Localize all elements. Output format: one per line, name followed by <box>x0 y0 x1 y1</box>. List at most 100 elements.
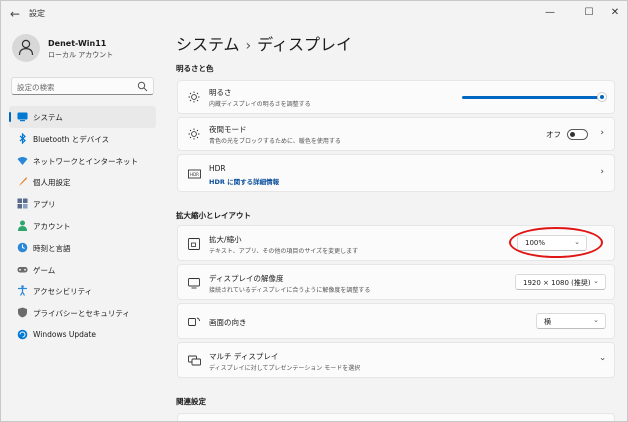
chevron-right-icon: › <box>600 128 604 138</box>
sidebar-item-label: 時刻と言語 <box>33 243 71 253</box>
svg-text:HDR: HDR <box>190 172 199 177</box>
sidebar-item-network[interactable]: ネットワークとインターネット <box>9 150 156 172</box>
sidebar-item-label: 個人用設定 <box>33 178 71 188</box>
wifi-icon <box>17 156 28 165</box>
hdr-icon: HDR <box>188 169 201 179</box>
brightness-card: 明るさ 内蔵ディスプレイの明るさを調整する <box>177 80 615 114</box>
sidebar-item-bluetooth[interactable]: Bluetooth とデバイス <box>9 128 156 150</box>
chevron-down-icon: ⌄ <box>593 277 599 285</box>
multi-display-title: マルチ ディスプレイ <box>209 352 279 361</box>
night-light-title: 夜間モード <box>209 125 247 134</box>
resolution-card: ディスプレイの解像度 接続されているディスプレイに合うように解像度を調整する 1… <box>177 264 615 300</box>
resolution-description: 接続されているディスプレイに合うように解像度を調整する <box>209 287 371 294</box>
shield-icon <box>18 307 27 318</box>
sidebar-item-personalization[interactable]: 個人用設定 <box>9 171 156 193</box>
chevron-right-icon: › <box>600 167 604 177</box>
scale-card: 拡大/縮小 テキスト、アプリ、その他の項目のサイズを変更します 100% ⌄ <box>177 225 615 261</box>
brightness-slider-thumb[interactable] <box>597 92 607 102</box>
sidebar-item-label: アプリ <box>33 200 56 210</box>
brightness-description: 内蔵ディスプレイの明るさを調整する <box>209 101 311 108</box>
sidebar-nav: システム Bluetooth とデバイス ネットワークとインターネット 個人用設… <box>9 106 156 346</box>
brightness-slider-track[interactable] <box>462 96 602 99</box>
multi-display-card[interactable]: マルチ ディスプレイ ディスプレイに対してプレゼンテーション モードを選択 › <box>177 342 615 378</box>
section-heading-scale-layout: 拡大縮小とレイアウト <box>176 211 251 220</box>
window-title: 設定 <box>29 9 45 18</box>
orientation-value: 横 <box>544 318 551 326</box>
sidebar-item-label: Windows Update <box>33 329 97 339</box>
sidebar-item-accessibility[interactable]: アクセシビリティ <box>9 280 156 302</box>
orientation-dropdown[interactable]: 横 ⌄ <box>536 313 606 329</box>
monitor-icon <box>17 112 28 122</box>
avatar[interactable] <box>12 34 40 62</box>
chevron-down-icon: ⌄ <box>574 238 580 246</box>
hdr-info-link[interactable]: HDR に関する詳細情報 <box>209 176 279 186</box>
section-heading-related: 関連設定 <box>176 397 206 406</box>
brightness-title: 明るさ <box>209 88 232 97</box>
scale-dropdown[interactable]: 100% ⌄ <box>517 235 587 251</box>
scale-description: テキスト、アプリ、その他の項目のサイズを変更します <box>209 248 359 255</box>
hdr-card[interactable]: HDR HDR HDR に関する詳細情報 › <box>177 154 615 192</box>
person-icon <box>18 220 27 231</box>
resolution-dropdown[interactable]: 1920 × 1080 (推奨) ⌄ <box>515 274 606 290</box>
orientation-card: 画面の向き 横 ⌄ <box>177 303 615 339</box>
hdr-title: HDR <box>209 164 226 173</box>
user-name: Denet-Win11 <box>48 39 107 48</box>
sidebar-item-apps[interactable]: アプリ <box>9 193 156 215</box>
title-bar: ← 設定 — ☐ ✕ <box>1 1 627 27</box>
sidebar-item-label: アカウント <box>33 221 71 231</box>
night-light-card[interactable]: 夜間モード 青色の光をブロックするために、暖色を使用する オフ › <box>177 117 615 151</box>
bluetooth-icon <box>19 132 26 144</box>
rotate-display-icon <box>188 317 200 326</box>
apps-icon <box>17 198 28 209</box>
sun-icon <box>188 91 200 103</box>
night-light-toggle[interactable] <box>567 129 588 140</box>
accessibility-icon <box>18 285 27 297</box>
page-title: システム › ディスプレイ <box>176 31 352 55</box>
sidebar-item-windows-update[interactable]: Windows Update <box>9 324 156 346</box>
scale-title: 拡大/縮小 <box>209 235 242 244</box>
breadcrumb-separator: › <box>245 38 252 54</box>
globe-clock-icon <box>17 242 28 253</box>
sidebar-item-gaming[interactable]: ゲーム <box>9 259 156 281</box>
chevron-down-icon: ⌄ <box>593 316 599 324</box>
multi-display-description: ディスプレイに対してプレゼンテーション モードを選択 <box>209 365 361 372</box>
user-avatar-icon <box>18 39 34 56</box>
orientation-title: 画面の向き <box>209 318 247 327</box>
night-light-icon <box>188 128 200 140</box>
related-settings-card-partial[interactable] <box>177 413 615 421</box>
resize-icon <box>188 238 200 250</box>
display-resolution-icon <box>188 278 200 289</box>
breadcrumb-parent[interactable]: システム <box>176 35 240 54</box>
multiple-displays-icon <box>188 355 201 366</box>
sidebar-item-label: ゲーム <box>33 265 56 275</box>
search-placeholder: 設定の検索 <box>17 83 55 92</box>
sidebar-item-label: アクセシビリティ <box>33 287 93 297</box>
gamepad-icon <box>17 266 28 273</box>
sidebar-item-label: システム <box>33 113 63 122</box>
night-light-state: オフ <box>546 130 561 139</box>
sidebar-item-accounts[interactable]: アカウント <box>9 215 156 237</box>
sidebar-item-label: Bluetooth とデバイス <box>33 134 110 144</box>
breadcrumb-current: ディスプレイ <box>257 35 353 54</box>
sidebar-item-time-language[interactable]: 時刻と言語 <box>9 237 156 259</box>
settings-window: ← 設定 — ☐ ✕ Denet-Win11 ローカル アカウント 設定の検索 … <box>0 0 628 422</box>
minimize-button[interactable]: — <box>539 4 561 22</box>
search-input[interactable]: 設定の検索 <box>11 77 154 95</box>
maximize-button[interactable]: ☐ <box>578 4 600 22</box>
search-icon <box>137 81 148 92</box>
night-light-description: 青色の光をブロックするために、暖色を使用する <box>209 138 341 145</box>
sidebar-item-system[interactable]: システム <box>9 106 156 128</box>
update-icon <box>17 329 28 340</box>
account-type: ローカル アカウント <box>48 51 114 59</box>
sidebar-item-label: プライバシーとセキュリティ <box>33 309 130 319</box>
close-button[interactable]: ✕ <box>604 4 626 22</box>
sidebar-item-label: ネットワークとインターネット <box>33 156 138 166</box>
scale-value: 100% <box>525 239 546 247</box>
chevron-down-icon: › <box>597 357 608 361</box>
back-arrow-icon[interactable]: ← <box>7 6 23 22</box>
resolution-value: 1920 × 1080 (推奨) <box>523 279 591 287</box>
sidebar-item-privacy-security[interactable]: プライバシーとセキュリティ <box>9 302 156 324</box>
brush-icon <box>19 177 27 187</box>
section-heading-brightness-color: 明るさと色 <box>176 64 214 73</box>
resolution-title: ディスプレイの解像度 <box>209 274 284 283</box>
